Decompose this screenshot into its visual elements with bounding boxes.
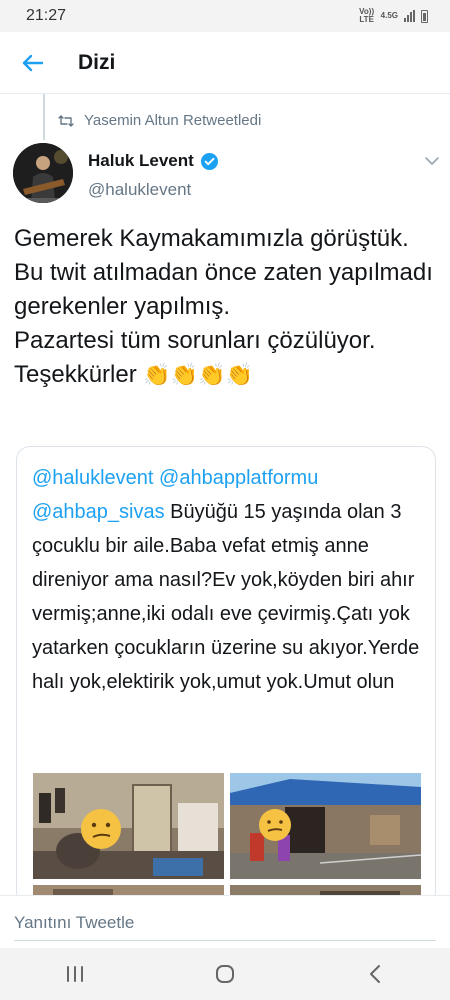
arrow-left-icon	[22, 54, 43, 71]
retweet-label: Yasemin Altun Retweetledi	[84, 112, 262, 129]
reply-bar	[0, 895, 450, 945]
author-name-row[interactable]: Haluk Levent	[88, 151, 219, 171]
volte-indicator: Vo)) LTE	[359, 7, 375, 24]
battery-icon	[421, 9, 428, 23]
status-time: 21:27	[26, 7, 67, 24]
avatar-image	[13, 143, 73, 203]
retweet-icon	[58, 114, 74, 127]
photo-interior[interactable]	[33, 773, 224, 879]
author-handle[interactable]: @haluklevent	[88, 180, 191, 200]
home-button[interactable]	[205, 954, 245, 994]
quoted-tweet-card[interactable]: @haluklevent @ahbapplatformu @ahbap_siva…	[16, 446, 436, 906]
signal-icon	[404, 10, 415, 22]
network-type: 4.5G	[380, 11, 398, 20]
mention-link[interactable]: @ahbap_sivas	[32, 501, 165, 523]
status-bar: 21:27 Vo)) LTE 4.5G	[0, 0, 450, 32]
mention-link[interactable]: @haluklevent	[32, 467, 153, 489]
home-icon	[216, 965, 234, 983]
quoted-tweet-text: @haluklevent @ahbapplatformu @ahbap_siva…	[32, 461, 427, 699]
avatar[interactable]	[13, 143, 73, 203]
mention-link[interactable]: @ahbapplatformu	[159, 467, 318, 489]
quoted-tweet-body: Büyüğü 15 yaşında olan 3 çocuklu bir ail…	[32, 501, 420, 693]
verified-badge-icon	[200, 152, 218, 170]
page-title: Dizi	[78, 50, 116, 74]
system-nav-bar	[0, 948, 450, 1000]
chevron-down-icon[interactable]	[424, 154, 440, 168]
reply-input[interactable]	[14, 906, 436, 941]
tweet-text: Gemerek Kaymakamımızla görüştük. Bu twit…	[14, 222, 444, 392]
back-nav-button[interactable]	[355, 954, 395, 994]
recent-apps-icon	[67, 966, 83, 982]
thread-connector	[43, 94, 45, 140]
status-icons: Vo)) LTE 4.5G	[359, 8, 428, 24]
author-name: Haluk Levent	[88, 151, 194, 170]
chevron-left-icon	[370, 965, 380, 983]
photo-exterior[interactable]	[230, 773, 421, 879]
clapping-hands-emoji: 👏👏👏👏	[143, 362, 253, 387]
back-button[interactable]	[18, 49, 46, 77]
retweet-context[interactable]: Yasemin Altun Retweetledi	[58, 112, 261, 129]
app-header: Dizi	[0, 32, 450, 94]
recent-apps-button[interactable]	[55, 954, 95, 994]
